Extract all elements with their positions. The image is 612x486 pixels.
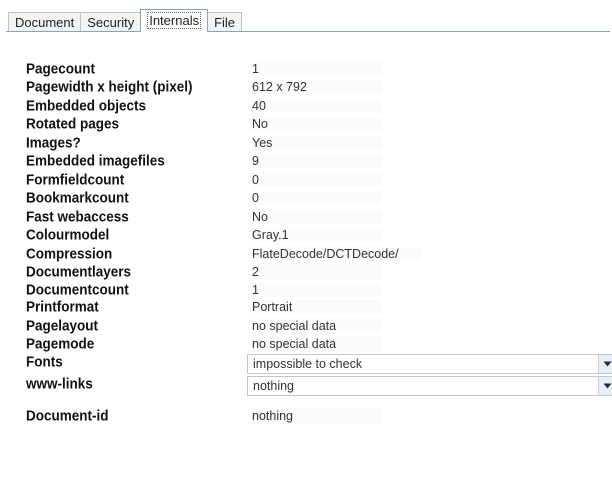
field-label: Printformat <box>26 298 99 315</box>
www-links-dropdown[interactable]: nothing <box>247 376 612 396</box>
tab-file[interactable]: File <box>207 12 243 32</box>
field-row-documentlayers: Documentlayers 2 <box>26 263 382 280</box>
field-row-document-id: Document-id nothing <box>26 407 382 424</box>
field-row-compression: Compression FlateDecode/DCTDecode/ <box>26 245 422 262</box>
field-label: Compression <box>26 245 113 262</box>
field-value: 612 x 792 <box>252 79 382 94</box>
field-row-colourmodel: Colourmodel Gray.1 <box>26 226 382 243</box>
properties-window: Document Security Internals File Pagecou… <box>0 0 612 486</box>
fonts-label: Fonts <box>26 353 63 370</box>
field-row-images: Images? Yes <box>26 134 382 151</box>
field-row-pagelayout: Pagelayout no special data <box>26 317 382 334</box>
field-value: No <box>252 116 382 131</box>
field-label: Fast webaccess <box>26 208 129 225</box>
field-value: 0 <box>252 190 382 205</box>
tab-security[interactable]: Security <box>80 12 142 32</box>
field-value: 0 <box>252 172 382 187</box>
www-links-dropdown-button[interactable] <box>598 377 612 395</box>
field-label: Images? <box>26 134 81 151</box>
field-row-embedded-objects: Embedded objects 40 <box>26 97 382 114</box>
field-row-pagemode: Pagemode no special data <box>26 335 382 352</box>
field-row-fast-webaccess: Fast webaccess No <box>26 208 382 225</box>
field-row-printformat: Printformat Portrait <box>26 298 382 315</box>
internals-panel: Pagecount 1 Pagewidth x height (pixel) 6… <box>6 31 612 481</box>
fonts-dropdown-value: impossible to check <box>253 357 363 371</box>
www-links-dropdown-value: nothing <box>253 379 295 393</box>
field-value: no special data <box>252 318 382 333</box>
www-links-label: www-links <box>26 375 93 392</box>
field-value: 40 <box>252 98 382 113</box>
tab-internals[interactable]: Internals <box>140 9 209 32</box>
field-label: Rotated pages <box>26 115 120 132</box>
fonts-dropdown-button[interactable] <box>598 355 612 373</box>
field-row-formfieldcount: Formfieldcount 0 <box>26 171 382 188</box>
tab-document[interactable]: Document <box>8 12 82 32</box>
fonts-dropdown[interactable]: impossible to check <box>247 354 612 374</box>
field-value: no special data <box>252 336 382 351</box>
field-label: Colourmodel <box>26 226 110 243</box>
field-label: Bookmarkcount <box>26 189 129 206</box>
field-label: Embedded objects <box>26 97 147 114</box>
field-row-documentcount: Documentcount 1 <box>26 281 382 298</box>
field-value: 1 <box>252 61 382 76</box>
field-row-embedded-imagefiles: Embedded imagefiles 9 <box>26 152 382 169</box>
field-label: Pagelayout <box>26 317 99 334</box>
chevron-down-icon <box>603 383 611 389</box>
field-value: 9 <box>252 153 382 168</box>
field-value: No <box>252 209 382 224</box>
tab-bar: Document Security Internals File <box>8 8 243 32</box>
document-id-label: Document-id <box>26 407 109 424</box>
field-value: 2 <box>252 264 382 279</box>
field-value: FlateDecode/DCTDecode/ <box>252 246 422 261</box>
field-label: Embedded imagefiles <box>26 152 165 169</box>
field-row-www-links: www-links <box>26 375 252 392</box>
field-label: Pagemode <box>26 335 95 352</box>
document-id-value: nothing <box>252 408 382 423</box>
field-row-bookmarkcount: Bookmarkcount 0 <box>26 189 382 206</box>
field-value: Yes <box>252 135 382 150</box>
field-label: Pagecount <box>26 60 96 77</box>
field-label: Documentlayers <box>26 263 132 280</box>
chevron-down-icon <box>603 361 611 367</box>
field-row-fonts: Fonts <box>26 353 252 370</box>
tab-internals-label: Internals <box>147 12 202 29</box>
field-value: Portrait <box>252 299 382 314</box>
field-value: Gray.1 <box>252 227 382 242</box>
field-label: Documentcount <box>26 281 129 298</box>
field-row-rotated-pages: Rotated pages No <box>26 115 382 132</box>
field-row-pagecount: Pagecount 1 <box>26 60 382 77</box>
field-label: Formfieldcount <box>26 171 125 188</box>
field-row-page-size: Pagewidth x height (pixel) 612 x 792 <box>26 78 382 95</box>
field-value: 1 <box>252 282 382 297</box>
field-label: Pagewidth x height (pixel) <box>26 78 193 95</box>
